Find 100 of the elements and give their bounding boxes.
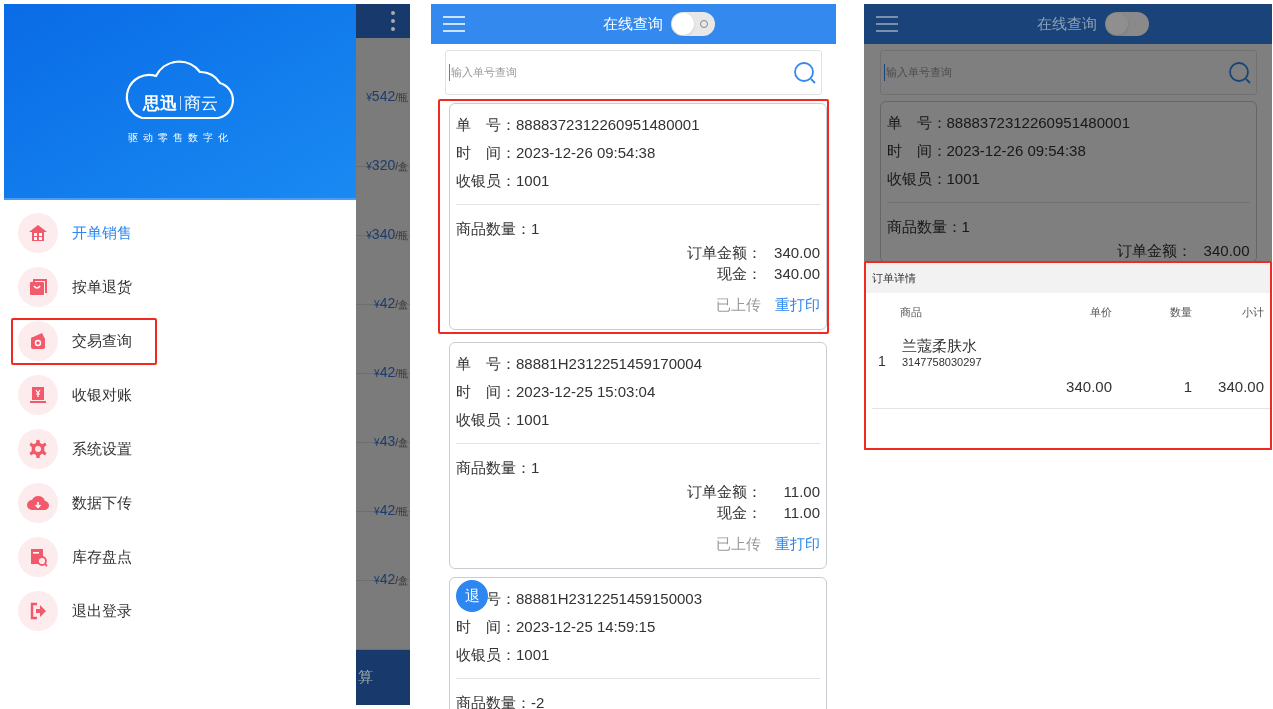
menu-icon [876,16,898,32]
document-search-icon [28,547,48,567]
field-value: -2 [531,692,545,709]
field-label: 订单金额： [687,243,762,264]
price-text: ¥340/瓶 [366,225,408,244]
field-label: 收银员： [456,170,516,191]
screen-title: 在线查询 [602,13,663,34]
field-value: 2023-12-26 09:54:38 [946,140,1086,161]
field-label: 收银员： [456,409,516,430]
checkout-button[interactable]: 算 [356,650,410,705]
column-header: 小计 [1241,304,1264,320]
field-value: 1001 [946,168,980,189]
field-value: 1 [531,457,540,478]
column-header: 单价 [1089,304,1112,320]
menu-item[interactable]: 开单销售 [4,206,356,260]
table-cell-text: 340.00 [1217,376,1264,397]
table-cell-text: 1 [1182,376,1192,397]
field-label: 订单金额： [687,482,762,503]
menu-item-label: 系统设置 [72,438,132,459]
menu-item-label: 退出登录 [72,600,132,621]
menu-item-label: 按单退货 [72,276,132,297]
price-text: ¥542/瓶 [366,87,408,106]
product-name: 兰蔻柔肤水 [902,337,978,356]
field-value: 88881H2312251459170004 [516,353,703,374]
home-icon [28,223,48,243]
field-label: 现金： [717,264,762,285]
slogan: 驱动零售数字化 [127,130,233,145]
field-value: 1 [961,216,970,237]
field-value: 340.00 [773,264,820,285]
upload-status: 已上传 [716,294,761,315]
menu-item-label: 开单销售 [72,222,132,243]
cloud-download-icon [27,493,49,513]
menu-item[interactable]: 数据下传 [4,476,356,530]
field-value: 88881H2312251459150003 [516,588,703,609]
logo-brand-text: 商云 [183,94,218,112]
register-icon [28,385,48,405]
table-cell-text: 340.00 [1065,376,1112,397]
field-value: 340.00 [1202,241,1250,262]
column-header: 商品 [899,304,923,320]
row-index: 1 [878,352,886,371]
upload-status: 已上传 [716,533,761,554]
field-label: 商品数量： [456,457,531,478]
search-icon [793,60,817,85]
field-label: 收银员： [886,168,947,189]
toggle-switch[interactable] [670,12,715,36]
field-value: 1001 [516,409,550,430]
field-label: 单 号： [456,114,516,135]
field-value: 8888372312260951480001 [946,112,1131,133]
search-input[interactable]: 输入单号查询 [449,64,793,81]
menu-item[interactable]: 交易查询 [4,314,356,368]
field-label: 时 间： [456,381,516,402]
price-text: ¥42/瓶 [374,501,408,520]
field-label: 时 间： [456,616,516,637]
menu-icon [443,16,465,32]
field-label: 收银员： [456,644,516,665]
field-label: 现金： [717,503,762,524]
menu-item[interactable]: 系统设置 [4,422,356,476]
sheet-title: 订单详情 [866,263,1270,293]
field-value: 340.00 [773,243,820,264]
column-header: 数量 [1169,304,1192,320]
wallet-search-icon [28,331,48,351]
return-badge: 退 [456,580,488,612]
field-label: 时 间： [456,142,516,163]
search-icon [1227,60,1252,85]
settings-icon [28,439,48,459]
field-value: 1001 [516,170,550,191]
search-field[interactable]: 输入单号查询 [445,50,822,95]
field-value: 1 [531,218,540,239]
field-value: 11.00 [782,503,820,524]
field-label: 号： [486,588,516,609]
menu-item-label: 交易查询 [72,330,132,351]
price-text: ¥320/盒 [366,156,408,175]
field-label: 订单金额： [1116,241,1192,262]
screen-title: 在线查询 [1037,13,1097,34]
price-text: ¥43/盒 [374,432,408,451]
menu-item[interactable]: 库存盘点 [4,530,356,584]
logo-brand-text: 思迅 [142,94,177,112]
menu-item[interactable]: 按单退货 [4,260,356,314]
reprint-link[interactable]: 重打印 [775,293,820,317]
field-label: 商品数量： [886,216,962,237]
menu-item[interactable]: 收银对账 [4,368,356,422]
field-label: 商品数量： [456,692,531,709]
field-value: 11.00 [782,482,820,503]
product-barcode: 3147758030297 [902,355,982,370]
menu-item-label: 收银对账 [72,384,132,405]
logout-icon [28,601,48,621]
menu-item-label: 库存盘点 [72,546,132,567]
field-label: 单 号： [456,353,516,374]
field-label: 单 号： [886,112,947,133]
field-value: 2023-12-25 14:59:15 [516,616,656,637]
price-text: ¥42/盒 [374,294,408,313]
menu-item[interactable]: 退出登录 [4,584,356,638]
price-text: ¥42/盒 [374,570,408,589]
reprint-link[interactable]: 重打印 [775,532,820,556]
field-label: 商品数量： [456,218,531,239]
field-label: 时 间： [886,140,947,161]
field-value: 8888372312260951480001 [516,114,700,135]
toggle-switch[interactable] [1105,12,1149,36]
field-value: 2023-12-26 09:54:38 [516,142,656,163]
price-text: ¥42/瓶 [374,363,408,382]
